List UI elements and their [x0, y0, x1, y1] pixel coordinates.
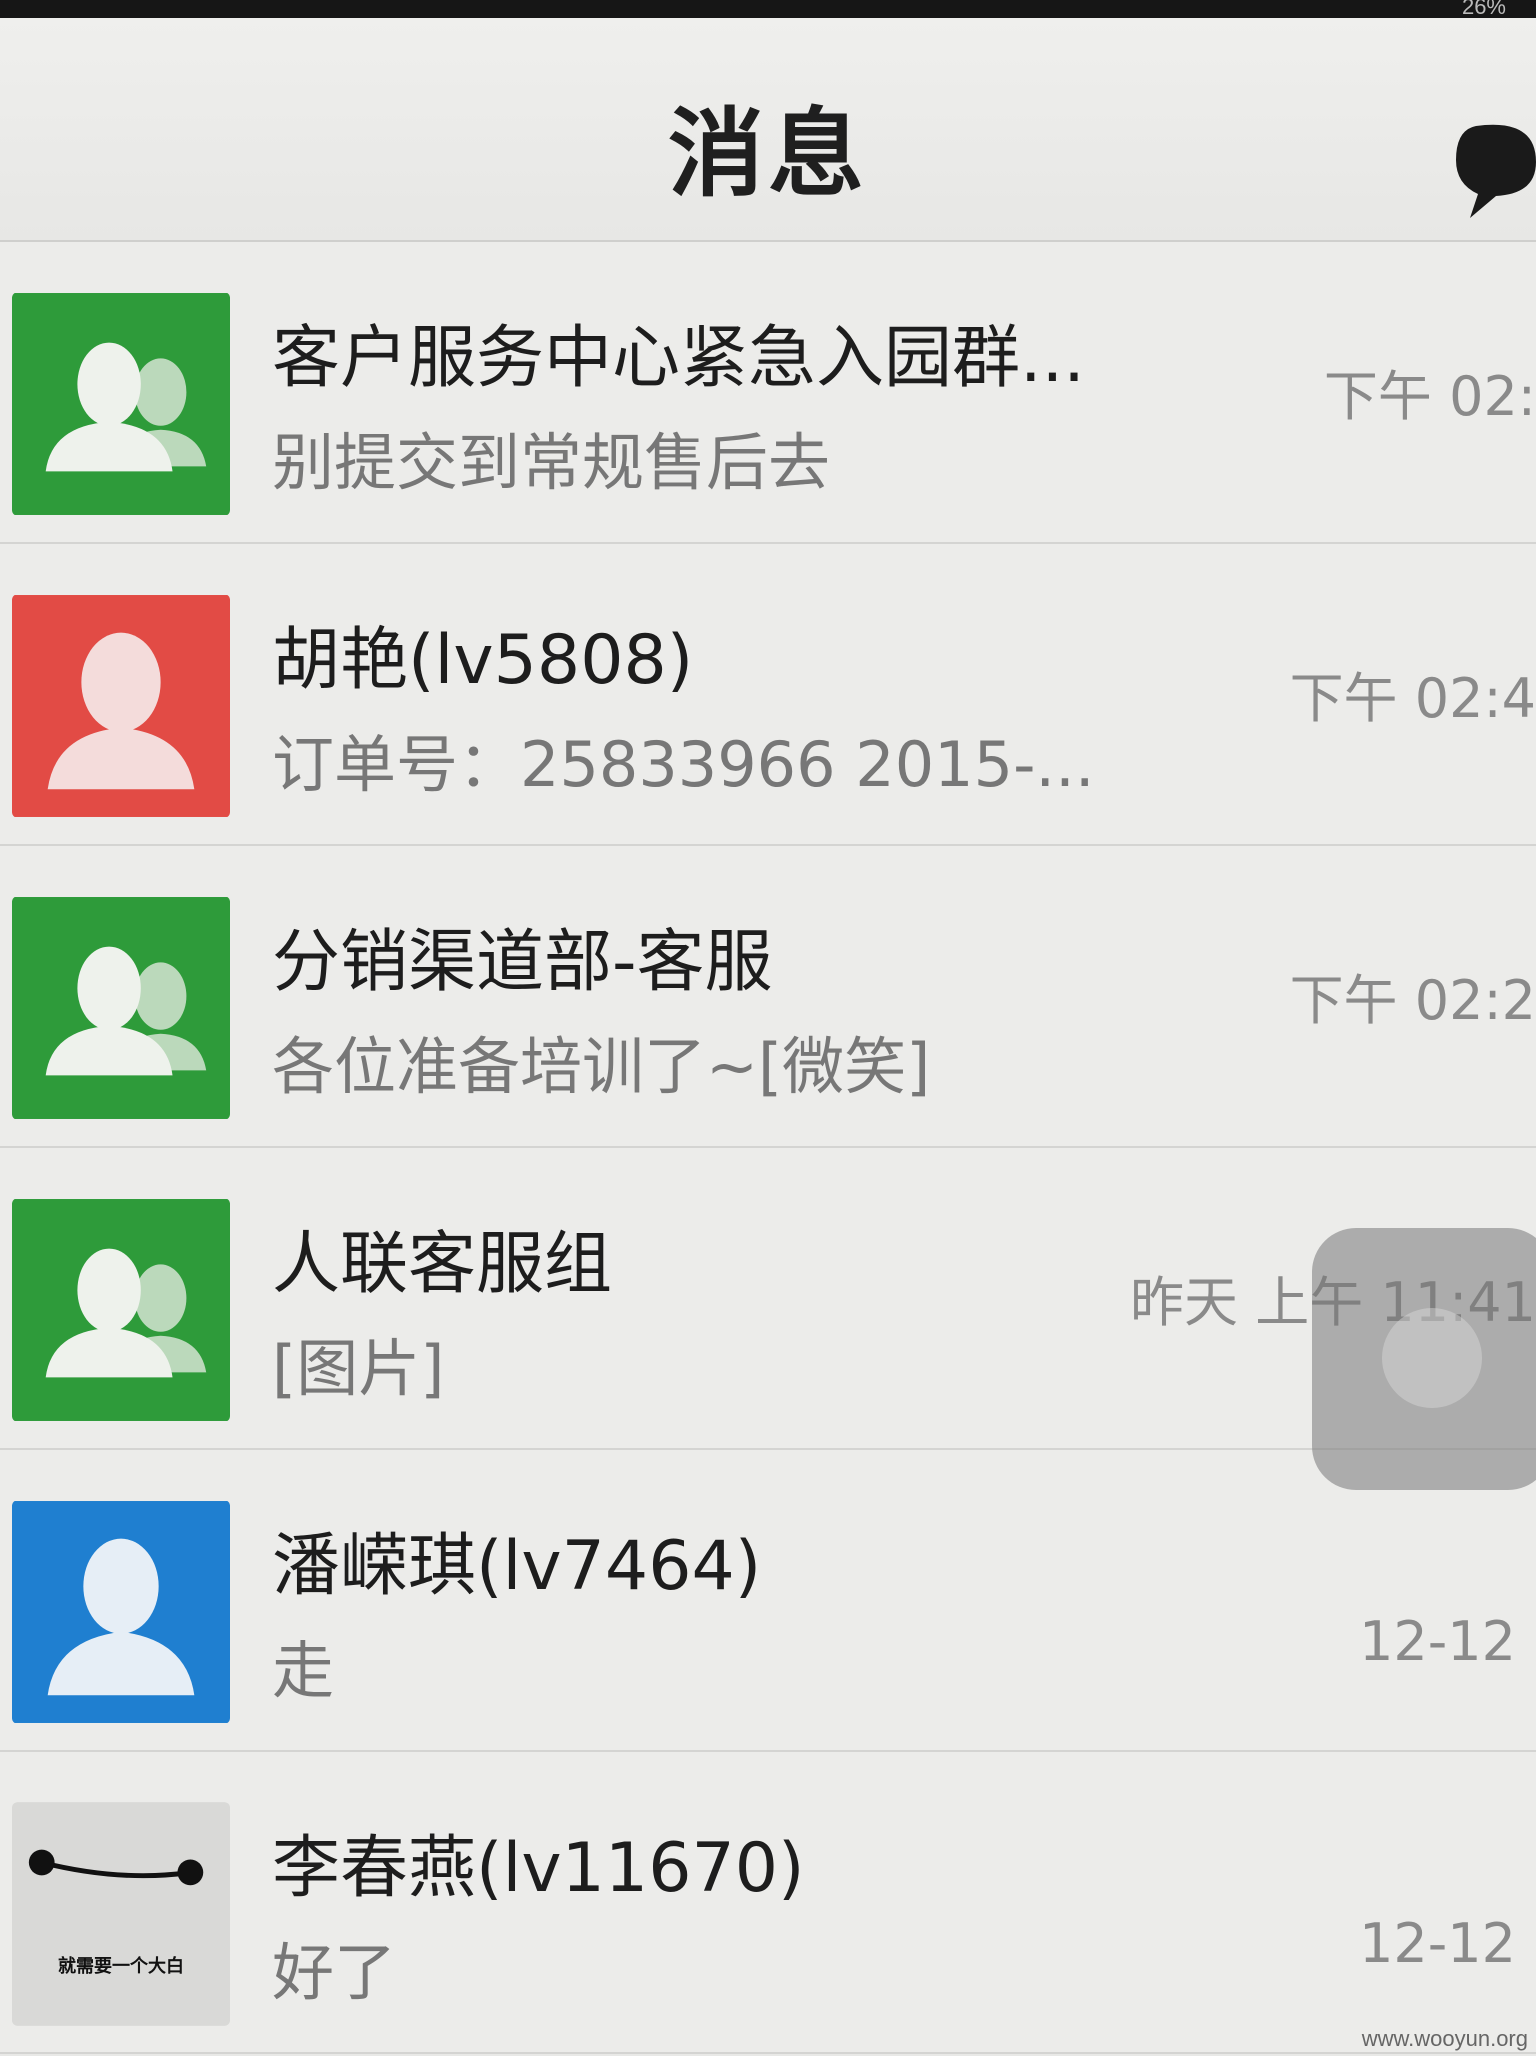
conversation-time: 下午 02:	[1323, 365, 1536, 428]
group-icon	[12, 1199, 230, 1421]
conversation-row[interactable]: 人联客服组 [图片] 昨天 上午 11:41	[0, 1148, 1536, 1450]
conversation-preview: [图片]	[272, 1332, 445, 1405]
conversation-preview: 各位准备培训了~[微笑]	[272, 1030, 931, 1103]
group-icon	[12, 897, 230, 1119]
conversation-time: 下午 02:4	[1289, 667, 1536, 730]
chat-bubble-icon[interactable]	[1456, 114, 1536, 224]
person-icon	[12, 595, 230, 817]
status-bar: 26%	[0, 0, 1536, 19]
conversation-preview: 走	[272, 1634, 335, 1707]
conversation-list: 客户服务中心紧急入园群... 别提交到常规售后去 下午 02: 胡艳(lv580…	[0, 242, 1536, 2054]
person-avatar	[12, 1500, 230, 1724]
conversation-name: 分销渠道部-客服	[272, 923, 773, 1002]
group-avatar	[12, 1198, 230, 1422]
conversation-name: 客户服务中心紧急入园群...	[272, 319, 1085, 398]
conversation-row[interactable]: 潘嵘琪(lv7464) 走 12-12	[0, 1450, 1536, 1752]
conversation-name: 李春燕(lv11670)	[272, 1829, 805, 1908]
conversation-name: 潘嵘琪(lv7464)	[272, 1527, 762, 1606]
conversation-row[interactable]: 胡艳(lv5808) 订单号：25833966 2015-... 下午 02:4	[0, 544, 1536, 846]
conversation-preview: 订单号：25833966 2015-...	[272, 728, 1095, 801]
person-icon	[12, 1501, 230, 1723]
conversation-row[interactable]: 分销渠道部-客服 各位准备培训了~[微笑] 下午 02:2	[0, 846, 1536, 1148]
conversation-preview: 别提交到常规售后去	[272, 426, 831, 499]
dots-line-icon	[12, 1803, 230, 2025]
person-avatar	[12, 594, 230, 818]
conversation-time: 12-12	[1359, 1912, 1516, 1975]
page-title: 消息	[668, 98, 868, 210]
conversation-preview: 好了	[272, 1936, 397, 2009]
nav-bar: 消息	[0, 18, 1536, 242]
avatar-caption: 就需要一个大白	[58, 1956, 184, 1977]
conversation-time: 下午 02:2	[1289, 969, 1536, 1032]
conversation-name: 胡艳(lv5808)	[272, 621, 694, 700]
group-avatar	[12, 896, 230, 1120]
assistive-touch-icon	[1382, 1308, 1482, 1408]
conversation-name: 人联客服组	[272, 1225, 613, 1304]
assistive-touch-button[interactable]	[1312, 1228, 1536, 1490]
group-icon	[12, 293, 230, 515]
watermark: www.wooyun.org	[1361, 2026, 1528, 2051]
conversation-row[interactable]: 就需要一个大白 李春燕(lv11670) 好了 12-12	[0, 1752, 1536, 2054]
group-avatar	[12, 292, 230, 516]
conversation-row[interactable]: 客户服务中心紧急入园群... 别提交到常规售后去 下午 02:	[0, 242, 1536, 544]
conversation-time: 12-12	[1359, 1610, 1516, 1673]
custom-avatar: 就需要一个大白	[12, 1802, 230, 2026]
battery-indicator: 26%	[1461, 0, 1506, 19]
